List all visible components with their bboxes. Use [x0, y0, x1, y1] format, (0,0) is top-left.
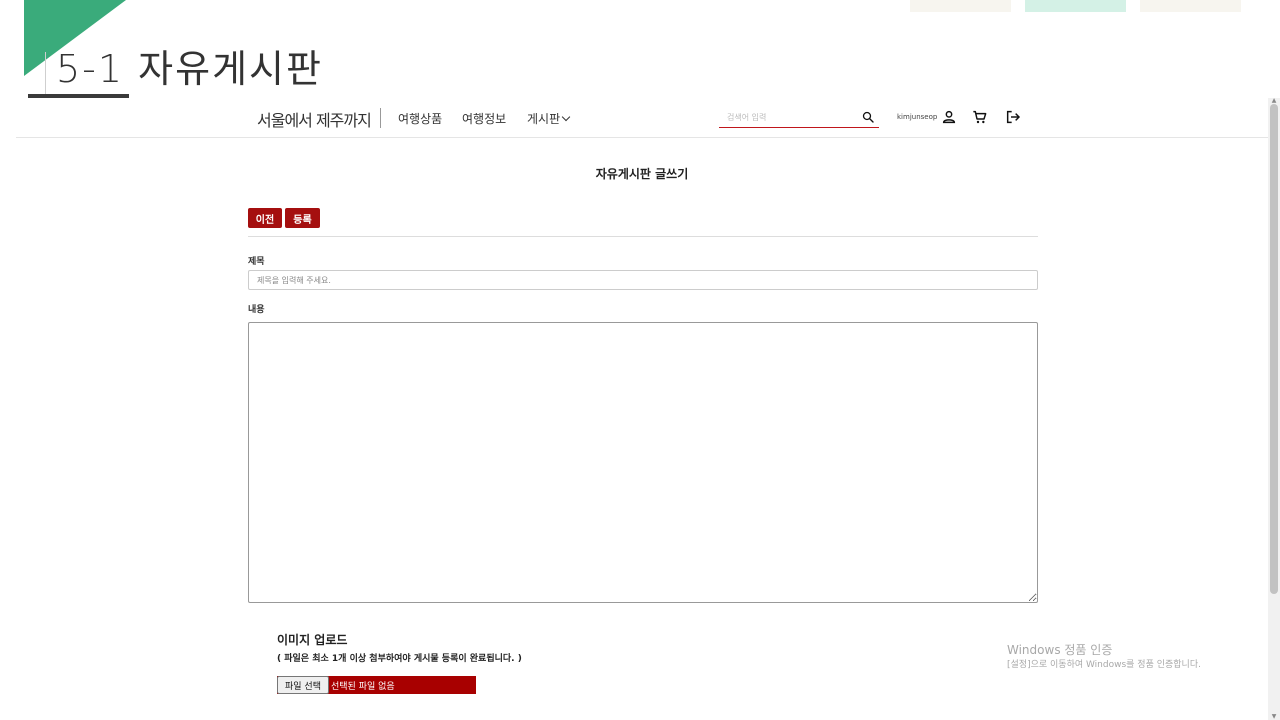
content-label: 내용: [248, 305, 265, 315]
scrollbar[interactable]: ▲ ▼: [1268, 98, 1280, 720]
file-status: 선택된 파일 없음: [331, 682, 395, 692]
activation-watermark-title: Windows 정품 인증: [1007, 643, 1113, 657]
nav-travel-products[interactable]: 여행상품: [398, 110, 442, 127]
search-icon[interactable]: [862, 111, 874, 123]
search-box: [719, 107, 879, 128]
title-vertical-line: [45, 52, 46, 96]
title-label: 제목: [248, 257, 265, 267]
top-decoration-box: [1025, 0, 1126, 12]
slide-title: 5-1 자유게시판: [56, 47, 323, 91]
cart-icon[interactable]: [972, 109, 988, 125]
submit-button[interactable]: 등록: [285, 208, 320, 228]
browser-viewport: 서울에서 제주까지 여행상품 여행정보 게시판 kimjunseop 자: [16, 98, 1280, 720]
activation-watermark-text: [설정]으로 이동하여 Windows를 정품 인증합니다.: [1007, 660, 1201, 670]
nav-board-dropdown[interactable]: 게시판: [527, 110, 571, 127]
image-upload-note: ( 파일은 최소 1개 이상 첨부하여야 게시물 등록이 완료됩니다. ): [277, 654, 522, 664]
logout-icon[interactable]: [1005, 109, 1021, 125]
image-upload-title: 이미지 업로드: [277, 633, 348, 647]
scrollbar-thumb[interactable]: [1270, 104, 1278, 594]
title-input[interactable]: [248, 270, 1038, 290]
nav-board-label: 게시판: [527, 112, 561, 126]
top-decoration-box: [910, 0, 1011, 12]
nav-travel-products-label: 여행상품: [398, 112, 443, 126]
chevron-down-icon: [561, 112, 571, 122]
page-title: 자유게시판 글쓰기: [595, 167, 689, 181]
nav-travel-info-label: 여행정보: [462, 112, 507, 126]
user-icon[interactable]: [941, 109, 957, 125]
search-input[interactable]: [719, 107, 849, 127]
divider: [248, 236, 1038, 237]
nav-divider: [380, 108, 381, 128]
site-header: 서울에서 제주까지 여행상품 여행정보 게시판 kimjunseop: [16, 98, 1268, 138]
scroll-down-icon[interactable]: ▼: [1270, 714, 1278, 720]
file-input: 파일 선택 선택된 파일 없음: [277, 676, 476, 694]
choose-file-button[interactable]: 파일 선택: [277, 676, 329, 694]
site-logo[interactable]: 서울에서 제주까지: [257, 107, 372, 131]
content-textarea[interactable]: [248, 322, 1038, 603]
nav-travel-info[interactable]: 여행정보: [462, 110, 506, 127]
prev-button[interactable]: 이전: [248, 208, 282, 228]
top-decoration-box: [1140, 0, 1241, 12]
username: kimjunseop: [897, 113, 938, 121]
